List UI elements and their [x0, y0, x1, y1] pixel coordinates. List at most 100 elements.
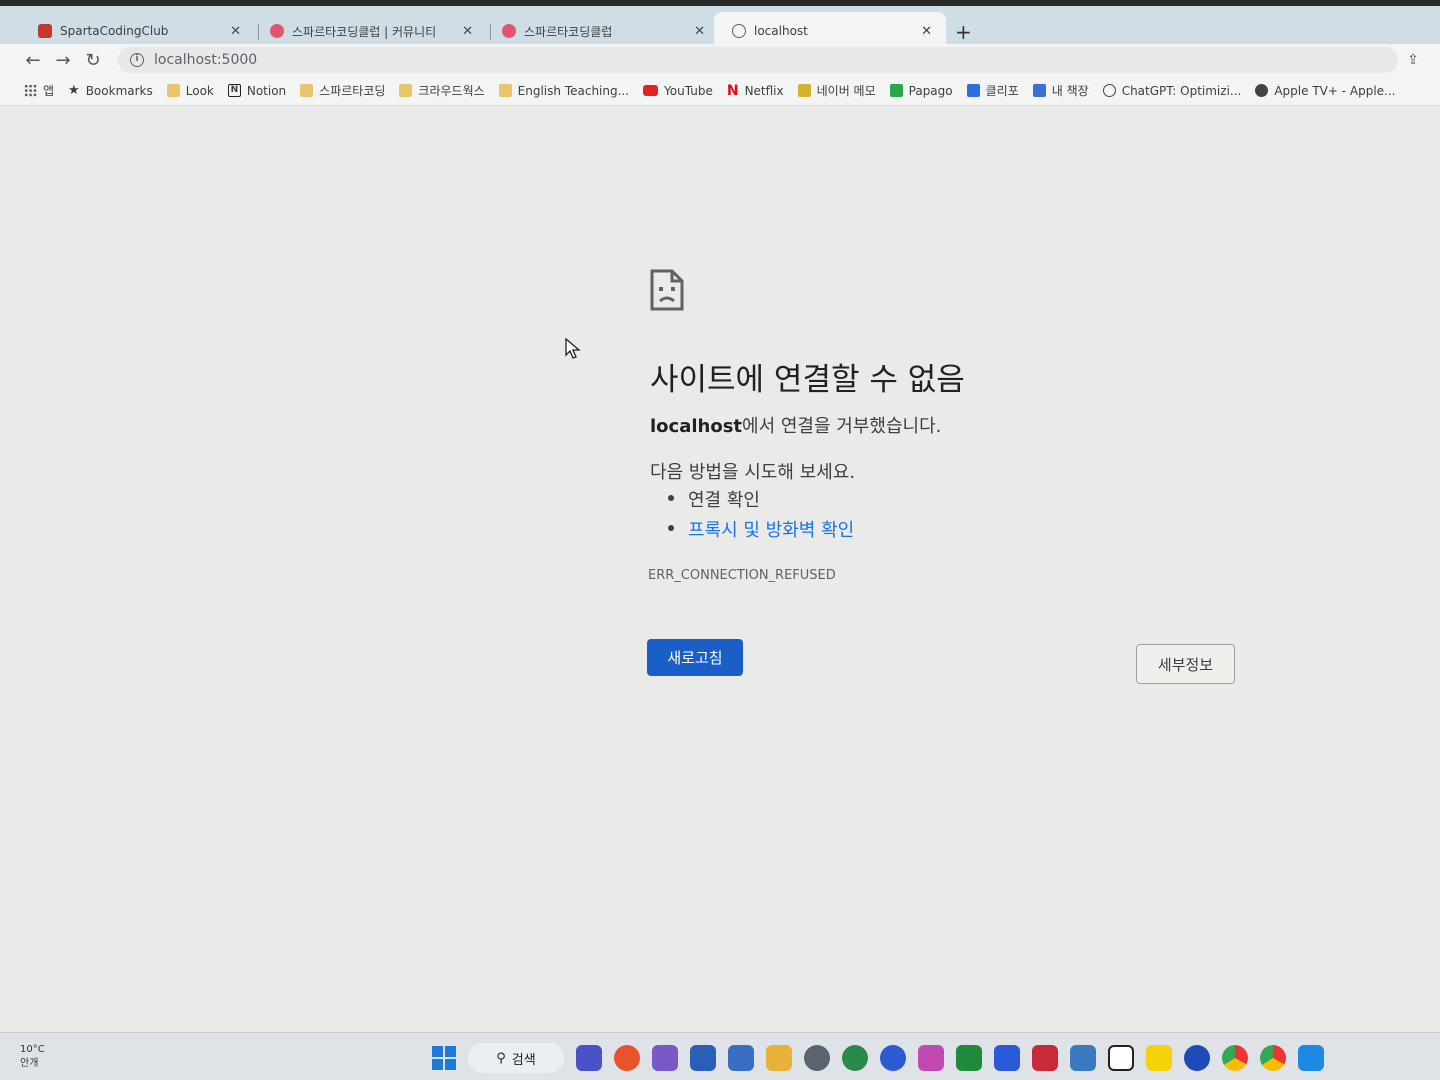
sparta-favicon-icon	[38, 24, 52, 38]
bookmark-label: Netflix	[744, 83, 784, 98]
search-label: 검색	[511, 1052, 536, 1068]
close-icon[interactable]: ✕	[921, 24, 932, 39]
zoom-icon[interactable]	[880, 1045, 906, 1071]
settings-gear-icon[interactable]	[804, 1045, 830, 1071]
page-title: 사이트에 연결할 수 없음	[650, 362, 965, 398]
bookmark-netflix[interactable]: N Netflix	[727, 83, 784, 99]
tab-title: SpartaCodingClub	[60, 24, 169, 38]
new-tab-button[interactable]: +	[955, 20, 972, 44]
bookmark-label: 스파르타코딩	[319, 84, 386, 98]
bookmark-label: Look	[185, 83, 214, 98]
share-icon[interactable]: ⇪	[1398, 52, 1428, 68]
bookmark-clipo[interactable]: 클리포	[966, 82, 1019, 99]
page-content: 사이트에 연결할 수 없음 localhost에서 연결을 거부했습니다. 다음…	[0, 106, 1440, 1032]
bookmark-papago[interactable]: Papago	[889, 84, 953, 98]
teams-icon[interactable]	[576, 1045, 602, 1071]
weather-condition: 안개	[20, 1058, 39, 1069]
bookmark-sparta[interactable]: 스파르타코딩	[300, 82, 385, 99]
clipo-icon	[966, 84, 980, 97]
windows-start-icon[interactable]	[432, 1046, 456, 1070]
folder-icon	[300, 84, 314, 97]
chrome-icon[interactable]	[1222, 1045, 1248, 1071]
widgets-icon[interactable]	[652, 1045, 678, 1071]
notepad-icon[interactable]	[728, 1045, 754, 1071]
bookmark-label: English Teaching...	[517, 83, 630, 98]
bookmark-label: YouTube	[664, 83, 713, 98]
tab-title: 스파르타코딩클럽 | 커뮤니티	[292, 24, 437, 39]
snipping-tool-icon[interactable]	[614, 1045, 640, 1071]
apple-icon	[1255, 84, 1269, 97]
taskbar: 10°C 안개 ⚲ 검색	[0, 1032, 1440, 1080]
papago-icon	[889, 84, 903, 97]
error-host: localhost	[650, 416, 743, 437]
notion-app-icon[interactable]	[1108, 1045, 1134, 1071]
chatgpt-icon	[1102, 84, 1116, 97]
netflix-icon: N	[726, 82, 739, 99]
bookmark-label: Apple TV+ - Apple...	[1274, 83, 1396, 98]
close-icon[interactable]: ✕	[230, 24, 241, 39]
bookmark-english-teaching[interactable]: English Teaching...	[498, 83, 630, 98]
folder-icon	[399, 84, 413, 97]
tab-title: 스파르타코딩클럽	[524, 24, 613, 39]
photo-app-icon[interactable]	[690, 1045, 716, 1071]
reload-button[interactable]: 새로고침	[647, 639, 743, 676]
chrome-profile-icon[interactable]	[1260, 1045, 1286, 1071]
bookmark-label: Notion	[246, 83, 287, 98]
reload-icon[interactable]: ↻	[78, 50, 108, 71]
snip-icon[interactable]	[918, 1045, 944, 1071]
bookmark-label: 클리포	[985, 84, 1019, 98]
search-icon: ⚲	[496, 1050, 506, 1066]
sad-page-icon	[650, 269, 684, 311]
bookmarks-bar: 앱 ★ Bookmarks Look N Notion 스파르타코딩 크라우드웍…	[0, 76, 1440, 106]
bookmark-naver-memo[interactable]: 네이버 메모	[797, 82, 876, 99]
memo-icon	[797, 84, 811, 97]
bookmark-label: 앱	[43, 84, 55, 98]
bookmark-crowdworks[interactable]: 크라우드웍스	[399, 82, 485, 99]
close-icon[interactable]: ✕	[694, 24, 705, 39]
suggestions-heading: 다음 방법을 시도해 보세요.	[650, 462, 856, 483]
close-icon[interactable]: ✕	[462, 24, 473, 39]
bookmark-bookmarks[interactable]: ★ Bookmarks	[68, 83, 153, 98]
error-desc-text: 에서 연결을 거부했습니다.	[742, 416, 942, 437]
bookmark-look[interactable]: Look	[166, 83, 214, 98]
bookmark-bookshelf[interactable]: 내 책장	[1032, 82, 1089, 99]
notion-icon: N	[227, 84, 241, 97]
tab-title: localhost	[754, 24, 808, 38]
taskbar-search[interactable]: ⚲ 검색	[468, 1043, 564, 1073]
sparta-heart-favicon-icon	[270, 24, 284, 38]
kakaotalk-icon[interactable]	[1146, 1045, 1172, 1071]
bookmark-apps[interactable]: 앱	[24, 82, 54, 99]
folder-icon	[166, 84, 180, 97]
info-app-icon[interactable]	[1184, 1045, 1210, 1071]
back-arrow-icon[interactable]: ←	[18, 50, 48, 71]
details-button[interactable]: 세부정보	[1136, 644, 1235, 684]
bookmark-label: ChatGPT: Optimizi...	[1121, 83, 1242, 98]
vscode-icon[interactable]	[1298, 1045, 1324, 1071]
info-icon[interactable]: i	[130, 53, 144, 67]
edge-icon[interactable]	[842, 1045, 868, 1071]
tab-strip: SpartaCodingClub ✕ 스파르타코딩클럽 | 커뮤니티 ✕ 스파르…	[0, 0, 1440, 50]
store-icon[interactable]	[1070, 1045, 1096, 1071]
address-bar[interactable]: i localhost:5000	[118, 47, 1398, 73]
suggestion-check-proxy-link[interactable]: 프록시 및 방화벽 확인	[666, 516, 854, 546]
bookmark-label: 네이버 메모	[816, 84, 876, 98]
chart-app-icon[interactable]	[956, 1045, 982, 1071]
file-explorer-icon[interactable]	[766, 1045, 792, 1071]
bookmark-youtube[interactable]: YouTube	[643, 84, 713, 98]
forward-arrow-icon[interactable]: →	[48, 50, 78, 71]
folder-icon	[498, 84, 512, 97]
youtube-icon	[643, 85, 659, 96]
address-url: localhost:5000	[154, 52, 258, 68]
r-app-icon[interactable]	[994, 1045, 1020, 1071]
weather-widget[interactable]: 10°C 안개	[20, 1043, 45, 1071]
bookmark-apple-tv[interactable]: Apple TV+ - Apple...	[1255, 84, 1395, 98]
mouse-cursor-icon	[565, 338, 581, 359]
bookmark-chatgpt[interactable]: ChatGPT: Optimizi...	[1102, 83, 1242, 98]
taskbar-apps: ⚲ 검색	[432, 1043, 1324, 1073]
hangul-icon[interactable]	[1032, 1045, 1058, 1071]
bookmark-notion[interactable]: N Notion	[227, 83, 287, 98]
weather-temperature: 10°C	[20, 1044, 45, 1055]
bookshelf-icon	[1032, 84, 1046, 97]
bookmark-label: 크라우드웍스	[418, 84, 485, 98]
suggestions-list: 연결 확인 프록시 및 방화벽 확인	[666, 486, 854, 546]
